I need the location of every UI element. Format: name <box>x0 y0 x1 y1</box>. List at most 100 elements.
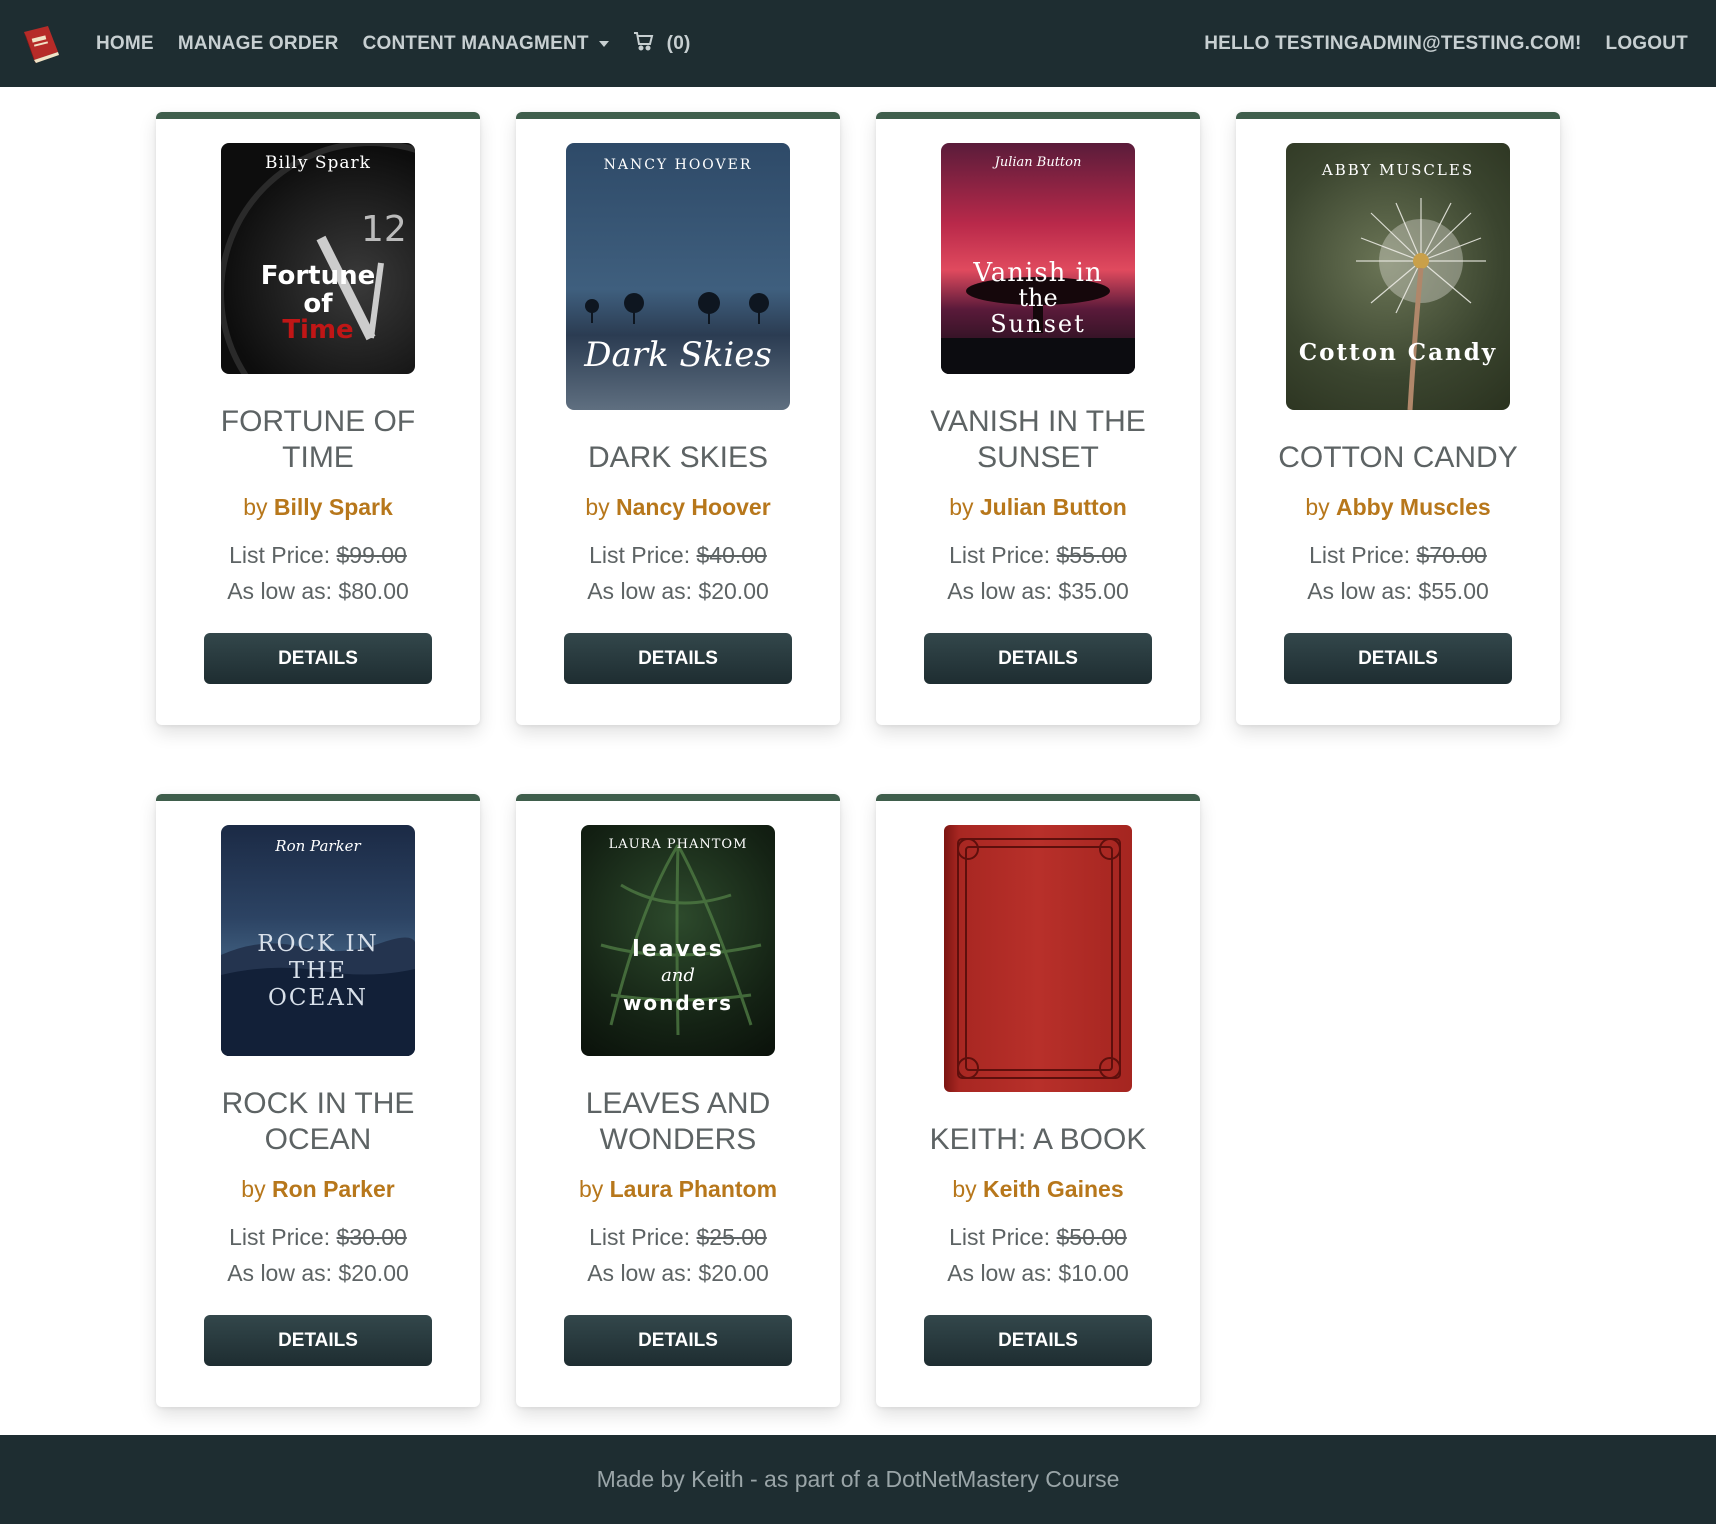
cover-title: wonders <box>622 991 734 1015</box>
cover-author: LAURA PHANTOM <box>608 837 748 852</box>
nav-manage-order[interactable]: MANAGE ORDER <box>178 33 339 55</box>
cover-title: Fortune <box>260 261 376 291</box>
book-logo-icon[interactable] <box>16 19 66 69</box>
nav-home[interactable]: HOME <box>96 33 154 55</box>
book-cover-image[interactable]: NANCY HOOVER Dark Skies <box>566 143 790 410</box>
book-author: by Keith Gaines <box>876 1176 1200 1203</box>
book-cover-image[interactable]: 12 Billy Spark Fortune of Time <box>221 143 415 374</box>
book-cover-image[interactable]: Ron Parker ROCK IN THE OCEAN <box>221 825 415 1056</box>
book-cover-image[interactable]: LAURA PHANTOM leaves and wonders <box>581 825 775 1056</box>
cover-title: Dark Skies <box>584 335 772 375</box>
nav-logout[interactable]: LOGOUT <box>1606 33 1688 55</box>
details-button[interactable]: DETAILS <box>204 1315 432 1366</box>
product-card: 12 Billy Spark Fortune of Time FORTUNE O… <box>156 112 480 725</box>
list-price-label: List Price: <box>1309 542 1417 568</box>
book-cover-image[interactable]: ABBY MUSCLES Cotton Candy <box>1286 143 1510 410</box>
by-label: by <box>243 494 268 520</box>
cover-author: Ron Parker <box>275 837 361 855</box>
page-footer: Made by Keith - as part of a DotNetMaste… <box>0 1435 1716 1524</box>
cover-title: the <box>1018 284 1058 312</box>
low-price: As low as: $10.00 <box>947 1260 1129 1286</box>
book-author: by Abby Muscles <box>1236 494 1560 521</box>
details-button[interactable]: DETAILS <box>564 1315 792 1366</box>
book-title: COTTON CANDY <box>1278 441 1518 474</box>
book-title: OCEAN <box>264 1123 372 1156</box>
cover-author: NANCY HOOVER <box>603 157 753 173</box>
cart-count: (0) <box>666 32 691 54</box>
by-label: by <box>1305 494 1330 520</box>
details-button[interactable]: DETAILS <box>1284 633 1512 684</box>
book-author: by Nancy Hoover <box>516 494 840 521</box>
details-button[interactable]: DETAILS <box>924 633 1152 684</box>
product-card: LAURA PHANTOM leaves and wonders LEAVES … <box>516 794 840 1407</box>
cart-icon <box>633 31 655 57</box>
product-card: ABBY MUSCLES Cotton Candy COTTON CANDY b… <box>1236 112 1560 725</box>
book-author: by Laura Phantom <box>516 1176 840 1203</box>
book-title: SUNSET <box>977 441 1099 474</box>
by-label: by <box>949 494 974 520</box>
svg-text:12: 12 <box>361 209 407 250</box>
list-price: List Price: $50.00 <box>876 1224 1200 1251</box>
list-price-value: $55.00 <box>1056 542 1127 568</box>
by-label: by <box>585 494 610 520</box>
list-price-label: List Price: <box>589 542 697 568</box>
details-button[interactable]: DETAILS <box>564 633 792 684</box>
list-price: List Price: $55.00 <box>876 542 1200 569</box>
low-price: As low as: $35.00 <box>947 578 1129 604</box>
nav-content-management-label: CONTENT MANAGMENT <box>362 32 589 54</box>
list-price-value: $70.00 <box>1416 542 1487 568</box>
by-label: by <box>952 1176 977 1202</box>
cover-title: and <box>661 965 695 986</box>
details-button[interactable]: DETAILS <box>204 633 432 684</box>
author-name: Nancy Hoover <box>616 494 771 520</box>
author-name: Julian Button <box>979 494 1127 520</box>
cover-title: leaves <box>632 937 724 962</box>
list-price: List Price: $25.00 <box>516 1224 840 1251</box>
cover-author: Julian Button <box>994 155 1082 170</box>
cover-author: Billy Spark <box>265 153 371 173</box>
list-price: List Price: $30.00 <box>156 1224 480 1251</box>
cover-title: Cotton Candy <box>1298 339 1498 366</box>
low-price: As low as: $20.00 <box>587 1260 769 1286</box>
chevron-down-icon <box>598 40 609 47</box>
list-price-label: List Price: <box>949 542 1057 568</box>
cover-title: OCEAN <box>268 985 368 1011</box>
list-price-label: List Price: <box>229 542 337 568</box>
nav-user-greeting[interactable]: HELLO TESTINGADMIN@TESTING.COM! <box>1204 33 1581 55</box>
list-price: List Price: $99.00 <box>156 542 480 569</box>
book-title: DARK SKIES <box>587 441 769 474</box>
low-price: As low as: $80.00 <box>227 578 409 604</box>
book-title: LEAVES AND <box>585 1087 771 1120</box>
by-label: by <box>241 1176 266 1202</box>
nav-cart[interactable]: (0) <box>633 31 691 57</box>
list-price: List Price: $70.00 <box>1236 542 1560 569</box>
book-author: by Billy Spark <box>156 494 480 521</box>
cover-title: THE <box>288 958 348 984</box>
author-name: Abby Muscles <box>1336 494 1491 520</box>
author-name: Ron Parker <box>271 1176 395 1202</box>
list-price-label: List Price: <box>949 1224 1057 1250</box>
book-title: WONDERS <box>599 1123 757 1156</box>
author-name: Billy Spark <box>273 494 393 520</box>
nav-content-management-dropdown[interactable]: CONTENT MANAGMENT <box>363 33 609 55</box>
list-price-label: List Price: <box>589 1224 697 1250</box>
details-button[interactable]: DETAILS <box>924 1315 1152 1366</box>
low-price: As low as: $20.00 <box>587 578 769 604</box>
top-navbar: HOME MANAGE ORDER CONTENT MANAGMENT (0) … <box>0 0 1716 87</box>
book-title: KEITH: A BOOK <box>929 1123 1147 1156</box>
by-label: by <box>578 1176 604 1202</box>
author-name: Keith Gaines <box>983 1176 1124 1202</box>
cover-title: Time <box>282 315 354 345</box>
list-price-value: $99.00 <box>336 542 407 568</box>
book-title: FORTUNE OF <box>220 405 416 438</box>
book-author: by Ron Parker <box>156 1176 480 1203</box>
list-price-value: $30.00 <box>336 1224 407 1250</box>
product-card: KEITH: A BOOK by Keith Gaines List Price… <box>876 794 1200 1407</box>
book-cover-image[interactable]: Julian Button Vanish in the Sunset <box>941 143 1135 374</box>
product-card: Ron Parker ROCK IN THE OCEAN ROCK IN THE… <box>156 794 480 1407</box>
low-price: As low as: $20.00 <box>227 1260 409 1286</box>
book-cover-image[interactable] <box>944 825 1132 1092</box>
book-title: ROCK IN THE <box>221 1087 415 1120</box>
book-title: VANISH IN THE <box>930 405 1146 438</box>
cover-title: ROCK IN <box>257 931 379 957</box>
